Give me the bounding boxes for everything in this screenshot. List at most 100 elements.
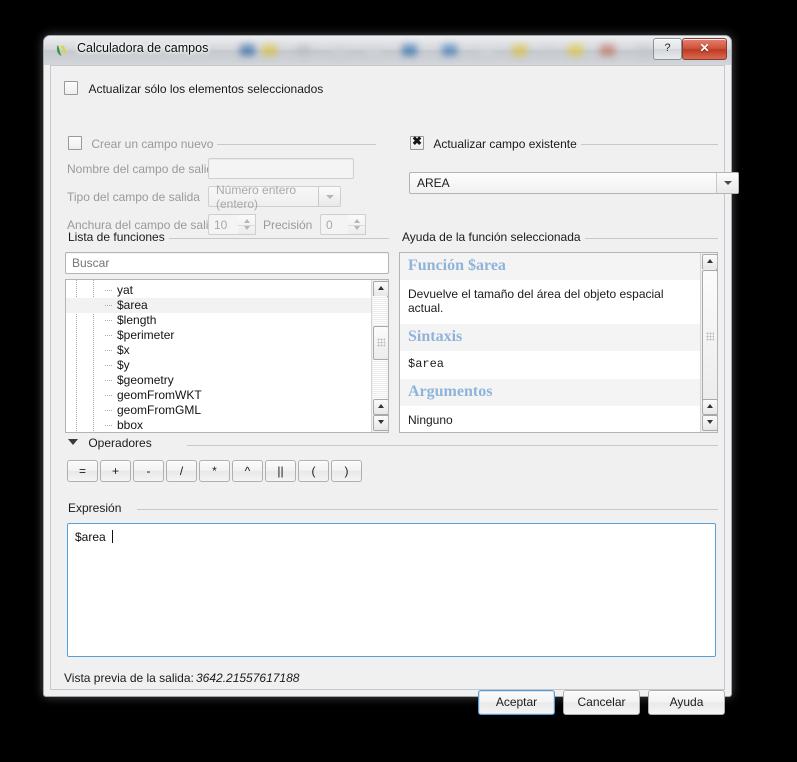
scroll-down-button[interactable]: [702, 415, 717, 431]
title-bar[interactable]: Calculadora de campos ? ✕: [44, 36, 731, 65]
help-paragraph: Devuelve el tamaño del área del objeto e…: [408, 287, 664, 315]
scroll-down-button[interactable]: [373, 415, 388, 431]
help-button[interactable]: Ayuda: [648, 690, 725, 715]
function-item-label: $area: [117, 298, 148, 312]
function-item[interactable]: geomFromWKT: [66, 388, 372, 403]
operator-button[interactable]: ||: [265, 460, 296, 482]
help-panel: Función $area Devuelve el tamaño del área…: [399, 252, 718, 433]
function-list-group: Lista de funciones yat$area$length$perim…: [64, 230, 389, 433]
function-item-label: $geometry: [117, 373, 174, 387]
function-item[interactable]: $x: [66, 343, 372, 358]
help-content[interactable]: Función $area Devuelve el tamaño del área…: [399, 252, 718, 433]
chevron-down-icon[interactable]: [716, 173, 738, 193]
tree-branch-icon: [105, 305, 113, 306]
tree-branch-icon: [105, 350, 113, 351]
function-list-scrollbar[interactable]: [371, 280, 388, 432]
ok-button[interactable]: Aceptar: [478, 690, 555, 715]
function-item-label: $y: [117, 358, 130, 372]
help-heading: Argumentos: [400, 379, 700, 406]
function-item-label: bbox: [117, 418, 144, 432]
new-field-group-title: Crear un campo nuevo: [91, 137, 214, 151]
preview-value: 3642.21557617188: [196, 671, 300, 685]
scroll-up-button-bottom[interactable]: [702, 399, 717, 415]
precision-stepper[interactable]: 0: [320, 214, 366, 235]
help-group: Ayuda de la función seleccionada Función…: [398, 230, 718, 433]
output-width-value: 10: [214, 217, 228, 232]
scroll-thumb[interactable]: [702, 270, 717, 404]
operators-group: Operadores = + - / * ^ ||(): [64, 436, 718, 495]
function-item[interactable]: $length: [66, 313, 372, 328]
function-item[interactable]: $y: [66, 358, 372, 373]
existing-field-checkbox[interactable]: [410, 134, 424, 150]
help-group-title: Ayuda de la función seleccionada: [398, 230, 585, 244]
expression-editor[interactable]: $area: [67, 523, 716, 657]
function-item[interactable]: $area: [66, 298, 372, 313]
new-field-checkbox[interactable]: [68, 136, 82, 150]
precision-label: Precisión: [263, 218, 313, 232]
function-list-panel: yat$area$length$perimeter$x$y$geometryge…: [65, 252, 389, 433]
function-item[interactable]: geomFromGML: [66, 403, 372, 418]
operator-button[interactable]: /: [166, 460, 197, 482]
function-item[interactable]: $perimeter: [66, 328, 372, 343]
function-item-label: $perimeter: [117, 328, 175, 342]
operators-group-header[interactable]: Operadores: [64, 436, 156, 450]
expression-group: Expresión $area: [64, 501, 718, 657]
scroll-up-button-bottom[interactable]: [373, 399, 388, 415]
help-scrollbar[interactable]: [700, 253, 717, 432]
help-blocks: Función $area Devuelve el tamaño del área…: [400, 253, 700, 432]
window-title: Calculadora de campos: [77, 41, 209, 55]
tree-branch-icon: [105, 290, 113, 291]
function-list[interactable]: yat $area $length $perimeter $x $y $geometry ge…: [65, 279, 389, 433]
new-field-group-header[interactable]: Crear un campo nuevo: [64, 136, 218, 151]
help-heading: Función $area: [400, 253, 700, 280]
existing-field-group: Actualizar campo existente AREA: [406, 134, 739, 202]
tree-branch-icon: [105, 335, 113, 336]
operator-button[interactable]: -: [133, 460, 164, 482]
operator-button[interactable]: ): [331, 460, 362, 482]
tree-branch-icon: [105, 365, 113, 366]
field-calculator-dialog: Calculadora de campos ? ✕ Actualizar sól…: [43, 35, 739, 715]
function-item-label: geomFromWKT: [117, 388, 202, 402]
preview-label: Vista previa de la salida:: [64, 671, 194, 685]
help-paragraph: Ninguno: [408, 413, 453, 427]
operator-button[interactable]: ^: [232, 460, 263, 482]
scroll-up-button[interactable]: [702, 254, 717, 270]
chevron-down-icon[interactable]: [68, 439, 78, 445]
output-width-stepper[interactable]: 10: [208, 214, 256, 235]
output-type-select[interactable]: Número entero (entero): [208, 183, 341, 211]
expression-value: $area: [75, 530, 110, 544]
existing-field-select[interactable]: AREA: [409, 172, 739, 194]
help-heading: Sintaxis: [400, 324, 700, 351]
operator-button[interactable]: =: [67, 460, 98, 482]
function-item[interactable]: bbox: [66, 418, 372, 432]
update-selected-checkbox[interactable]: [64, 81, 78, 95]
operator-button[interactable]: +: [100, 460, 131, 482]
scroll-thumb[interactable]: [373, 326, 388, 360]
tree-branch-icon: [105, 320, 113, 321]
output-name-label: Nombre del campo de salida: [67, 162, 220, 176]
scroll-up-button[interactable]: [373, 281, 388, 297]
chevron-down-icon[interactable]: [318, 187, 340, 206]
cancel-button[interactable]: Cancelar: [563, 690, 640, 715]
function-items-container: yat $area $length $perimeter $x $y $geometry ge…: [66, 283, 372, 432]
update-selected-checkbox-row[interactable]: Actualizar sólo los elementos selecciona…: [64, 80, 323, 98]
help-code: $area: [408, 357, 445, 371]
expression-group-title: Expresión: [64, 501, 126, 515]
function-item[interactable]: $geometry: [66, 373, 372, 388]
help-titlebar-button[interactable]: ?: [653, 38, 682, 60]
operator-button[interactable]: *: [199, 460, 230, 482]
search-input[interactable]: [65, 252, 389, 274]
output-name-input[interactable]: [208, 158, 354, 179]
operators-title: Operadores: [88, 436, 152, 450]
dialog-client-area: Actualizar sólo los elementos selecciona…: [50, 65, 739, 715]
new-field-group: Crear un campo nuevo Nombre del campo de…: [64, 136, 376, 235]
tree-branch-icon: [105, 410, 113, 411]
tree-branch-icon: [105, 395, 113, 396]
operator-button[interactable]: (: [298, 460, 329, 482]
update-selected-label: Actualizar sólo los elementos selecciona…: [88, 82, 324, 96]
close-icon[interactable]: ✕: [682, 38, 727, 60]
function-item[interactable]: yat: [66, 283, 372, 298]
tree-branch-icon: [105, 380, 113, 381]
existing-field-group-header[interactable]: Actualizar campo existente: [406, 134, 581, 151]
function-item-label: geomFromGML: [117, 403, 202, 417]
